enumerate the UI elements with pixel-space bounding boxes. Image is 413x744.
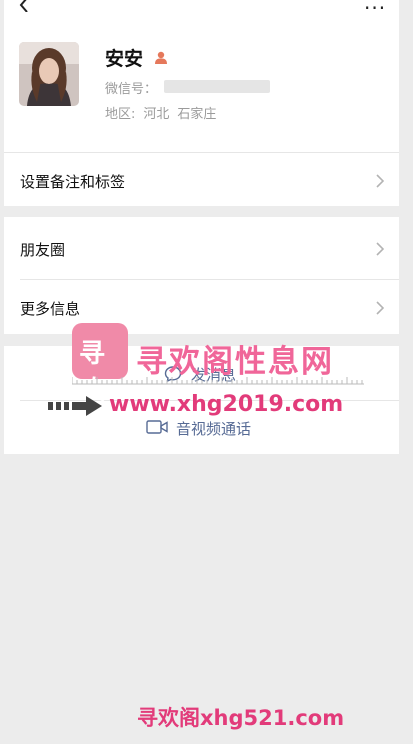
profile-card: ··· 安安 微信号： 地区: 河北 石家庄 设置备注和标签: [4, 0, 399, 206]
watermark-site-name: 寻欢阁性息网: [136, 344, 334, 380]
remark-tags-row[interactable]: 设置备注和标签: [4, 152, 399, 210]
watermark-logo: 寻欢: [72, 323, 128, 406]
watermark-ruler: [72, 377, 364, 385]
wechat-id-redacted: [164, 80, 270, 93]
more-info-row[interactable]: 更多信息: [4, 279, 399, 337]
more-info-label: 更多信息: [20, 300, 81, 318]
moments-row[interactable]: 朋友圈: [4, 220, 399, 278]
avatar[interactable]: [19, 42, 79, 106]
more-options-button[interactable]: ···: [364, 0, 386, 20]
info-card: 朋友圈 更多信息: [4, 217, 399, 334]
chevron-right-icon: [376, 301, 384, 315]
video-camera-icon: [146, 420, 168, 434]
back-icon[interactable]: [18, 0, 34, 12]
video-call-label: 音视频通话: [176, 420, 252, 438]
watermark-url: www.xhg2019.com: [109, 392, 344, 417]
region-info: 地区: 河北 石家庄: [105, 103, 224, 122]
region-city: 石家庄: [177, 107, 217, 122]
remark-tags-label: 设置备注和标签: [20, 173, 126, 191]
contact-name: 安安: [105, 48, 144, 70]
wechat-id-label: 微信号：: [105, 82, 158, 97]
moments-label: 朋友圈: [20, 241, 66, 259]
region-province: 河北: [143, 107, 170, 122]
watermark-bottom: 寻欢阁xhg521.com: [137, 706, 345, 730]
chevron-right-icon: [376, 242, 384, 256]
region-label: 地区:: [105, 107, 136, 122]
chevron-right-icon: [376, 174, 384, 188]
arrow-right-icon: [48, 396, 102, 416]
person-icon: [155, 51, 167, 64]
